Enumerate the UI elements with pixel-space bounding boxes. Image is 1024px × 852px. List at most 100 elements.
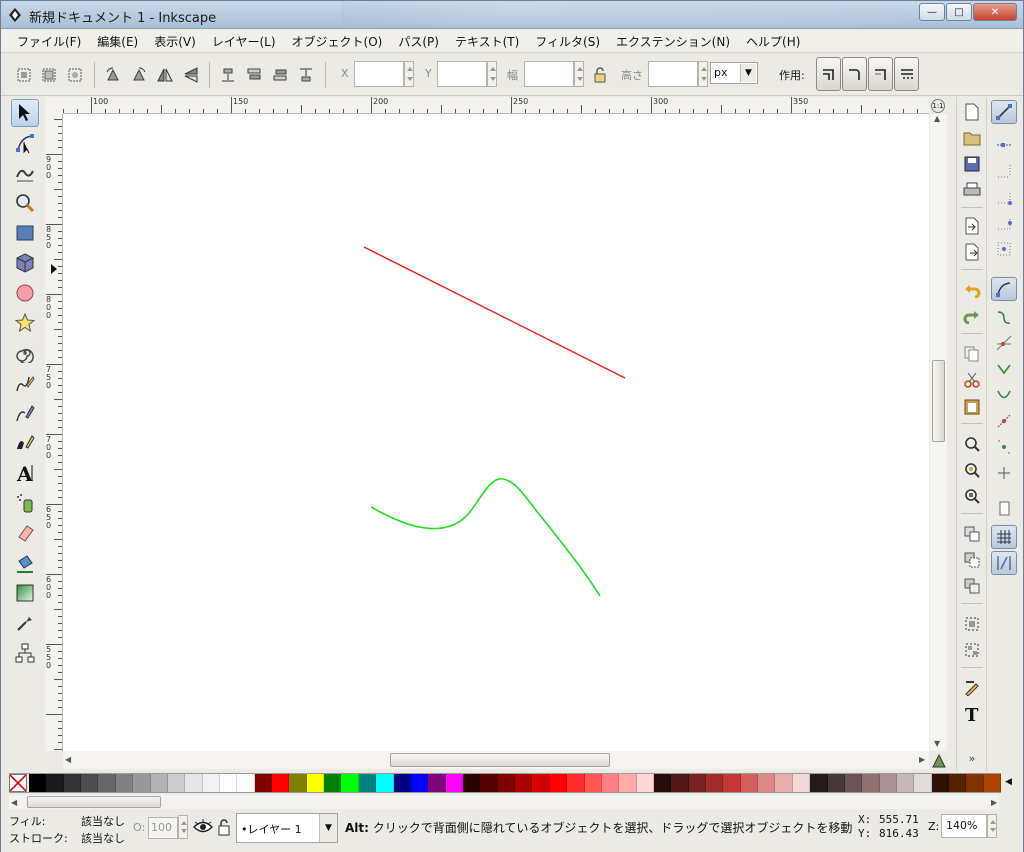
- color-swatch[interactable]: [879, 774, 897, 792]
- menu-extensions[interactable]: エクステンション(N): [608, 33, 738, 50]
- color-swatch[interactable]: [98, 774, 116, 792]
- save-icon[interactable]: [961, 153, 983, 175]
- color-swatch[interactable]: [896, 774, 915, 792]
- zoom-selection-icon[interactable]: [961, 433, 983, 455]
- ungroup-icon[interactable]: [961, 639, 983, 661]
- select-all-icon[interactable]: [13, 64, 35, 86]
- calligraphy-tool-icon[interactable]: [11, 429, 39, 457]
- green-curve[interactable]: [370, 478, 601, 597]
- new-document-icon[interactable]: [961, 101, 983, 123]
- group-icon[interactable]: [961, 613, 983, 635]
- color-swatch[interactable]: [219, 774, 238, 792]
- scroll-up-icon[interactable]: ▲: [934, 114, 940, 123]
- zoom-page-icon[interactable]: [961, 485, 983, 507]
- color-swatch[interactable]: [150, 774, 168, 792]
- paint-bucket-tool-icon[interactable]: [11, 549, 39, 577]
- print-icon[interactable]: [961, 179, 983, 201]
- y-input[interactable]: [437, 61, 487, 87]
- maximize-button[interactable]: □: [946, 3, 972, 21]
- color-swatch[interactable]: [46, 774, 64, 792]
- flip-horizontal-icon[interactable]: [154, 64, 176, 86]
- scroll-down-icon[interactable]: ▼: [934, 739, 940, 748]
- height-input[interactable]: [648, 61, 698, 87]
- color-swatch[interactable]: [497, 774, 516, 792]
- color-swatch[interactable]: [792, 774, 811, 792]
- snap-bbox-midpoints-icon[interactable]: [991, 211, 1017, 235]
- snap-cusp-nodes-icon[interactable]: [991, 357, 1017, 381]
- more-commands-icon[interactable]: »: [961, 747, 983, 769]
- color-swatch[interactable]: [619, 774, 637, 792]
- star-tool-icon[interactable]: [11, 309, 39, 337]
- snap-object-centers-icon[interactable]: [991, 435, 1017, 459]
- clone-icon[interactable]: [961, 549, 983, 571]
- color-swatch[interactable]: [324, 774, 342, 792]
- height-spinner[interactable]: [698, 61, 708, 87]
- menu-view[interactable]: 表示(V): [146, 33, 204, 50]
- duplicate-icon[interactable]: [961, 523, 983, 545]
- 3d-box-tool-icon[interactable]: [11, 249, 39, 277]
- palette-scroll-right-icon[interactable]: ▶: [991, 798, 997, 807]
- no-paint-swatch[interactable]: [9, 774, 27, 792]
- snap-toggle-icon[interactable]: [991, 100, 1017, 124]
- color-swatch[interactable]: [133, 774, 151, 792]
- current-layer-select[interactable]: •レイヤー 1 ▼: [236, 813, 338, 843]
- color-swatch[interactable]: [549, 774, 568, 792]
- export-icon[interactable]: [961, 241, 983, 263]
- deselect-icon[interactable]: [64, 64, 86, 86]
- snap-guides-icon[interactable]: [991, 551, 1017, 575]
- tweak-tool-icon[interactable]: [11, 159, 39, 187]
- palette-scroll-left-icon[interactable]: ◀: [11, 798, 17, 807]
- undo-icon[interactable]: [961, 279, 983, 301]
- color-swatch[interactable]: [428, 774, 446, 792]
- color-swatch[interactable]: [289, 774, 307, 792]
- color-swatch[interactable]: [949, 774, 967, 792]
- opacity-spinner[interactable]: [178, 815, 188, 839]
- color-swatch[interactable]: [237, 774, 255, 792]
- snap-rotation-centers-icon[interactable]: [991, 461, 1017, 485]
- open-folder-icon[interactable]: [961, 127, 983, 149]
- x-spinner[interactable]: [404, 61, 414, 87]
- color-swatch[interactable]: [584, 774, 602, 792]
- eye-visibility-icon[interactable]: [193, 819, 213, 835]
- color-swatch[interactable]: [653, 774, 672, 792]
- color-swatch[interactable]: [376, 774, 394, 792]
- eraser-tool-icon[interactable]: [11, 519, 39, 547]
- flip-vertical-icon[interactable]: [180, 64, 202, 86]
- copy-icon[interactable]: [961, 343, 983, 365]
- color-swatch[interactable]: [966, 774, 984, 792]
- snap-intersections-icon[interactable]: [991, 331, 1017, 355]
- color-swatch[interactable]: [63, 774, 82, 792]
- color-swatch[interactable]: [636, 774, 654, 792]
- menu-path[interactable]: パス(P): [390, 33, 447, 50]
- color-swatch[interactable]: [740, 774, 759, 792]
- connector-tool-icon[interactable]: [11, 639, 39, 667]
- vertical-scroll-thumb[interactable]: [932, 360, 945, 442]
- color-swatch[interactable]: [254, 774, 273, 792]
- spray-tool-icon[interactable]: [11, 489, 39, 517]
- paste-icon[interactable]: [961, 395, 983, 417]
- color-swatch[interactable]: [462, 774, 481, 792]
- close-button[interactable]: ✕: [973, 3, 1017, 21]
- menu-text[interactable]: テキスト(T): [447, 33, 527, 50]
- scroll-right-icon[interactable]: ▶: [919, 755, 925, 764]
- lower-to-bottom-icon[interactable]: [217, 64, 239, 86]
- palette-scrollbar[interactable]: ◀ ▶: [9, 795, 999, 809]
- color-swatch[interactable]: [532, 774, 550, 792]
- scroll-left-icon[interactable]: ◀: [65, 755, 71, 764]
- affect-gradients-button[interactable]: [868, 57, 893, 91]
- color-management-icon[interactable]: [931, 753, 947, 769]
- color-swatch[interactable]: [723, 774, 741, 792]
- color-swatch[interactable]: [983, 774, 1002, 792]
- redo-icon[interactable]: [961, 305, 983, 327]
- affect-patterns-button[interactable]: [894, 57, 919, 91]
- menu-help[interactable]: ヘルプ(H): [738, 33, 808, 50]
- node-tool-icon[interactable]: [11, 129, 39, 157]
- color-swatch[interactable]: [758, 774, 776, 792]
- dropper-tool-icon[interactable]: [11, 609, 39, 637]
- color-swatch[interactable]: [601, 774, 620, 792]
- fill-value[interactable]: 該当なし: [81, 813, 125, 829]
- snap-bbox-edges-icon[interactable]: [991, 159, 1017, 183]
- color-swatch[interactable]: [706, 774, 724, 792]
- vertical-ruler[interactable]: 900 850 800 750 700 650 600 550: [45, 114, 63, 751]
- color-swatch[interactable]: [341, 774, 359, 792]
